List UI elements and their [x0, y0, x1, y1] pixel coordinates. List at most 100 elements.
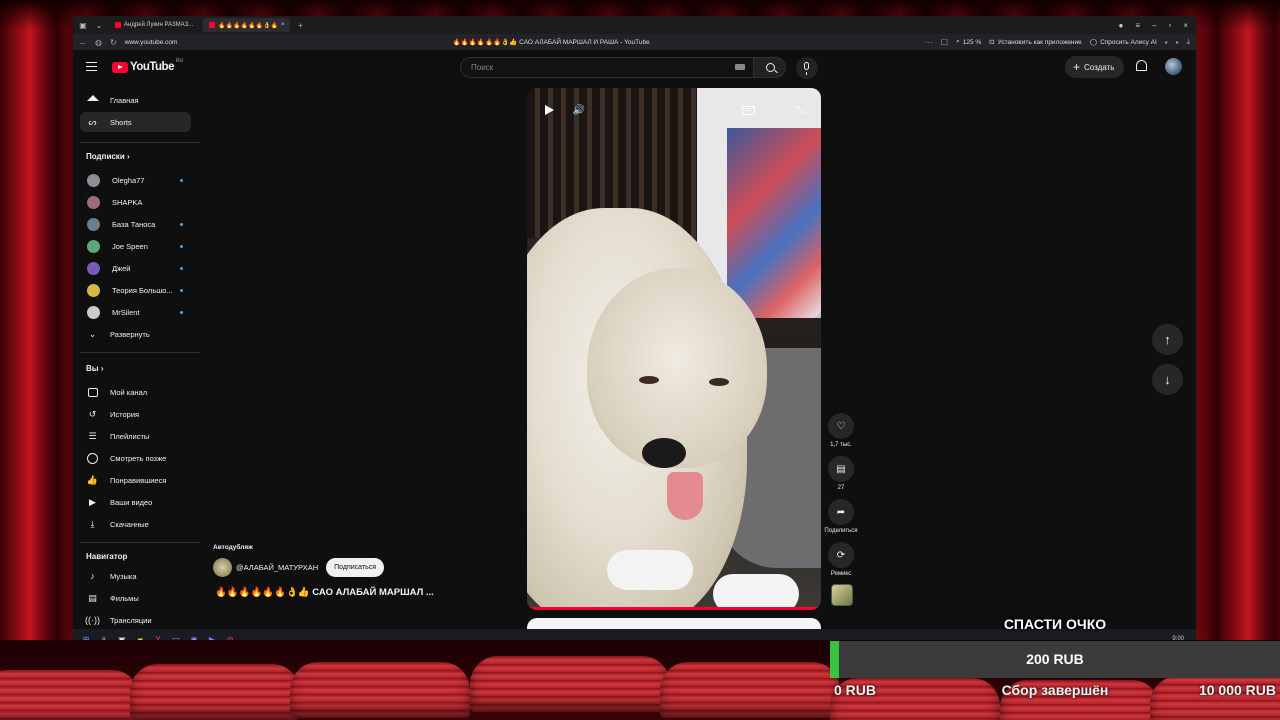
channel-row: @АЛАБАЙ_МАТУРХАН Подписаться: [213, 558, 385, 577]
channel-avatar: [87, 173, 100, 187]
bookmark-icon[interactable]: ☐: [941, 38, 948, 47]
channel-avatar[interactable]: [213, 558, 232, 577]
menu-icon[interactable]: [86, 62, 97, 71]
extension-icon[interactable]: ▪: [1176, 38, 1179, 47]
zoom-indicator[interactable]: ⌕ 125 %: [956, 38, 981, 46]
captions-button[interactable]: CC: [740, 102, 756, 118]
close-window-button[interactable]: ×: [1183, 21, 1188, 30]
download-icon: ⤓: [90, 518, 95, 529]
profile-icon[interactable]: ●: [1119, 21, 1124, 30]
sidebar-item-downloads[interactable]: ⤓ Скачанные: [80, 514, 191, 534]
ask-alice-button[interactable]: ◯ Спросить Алису AI: [1090, 38, 1157, 47]
sidebar-item-playlists[interactable]: ☰ Плейлисты: [80, 426, 191, 446]
search-placeholder: Поиск: [471, 63, 494, 72]
play-button[interactable]: [541, 102, 557, 118]
tab-2[interactable]: 🔥🔥🔥🔥🔥🔥👌🔥 ×: [203, 18, 291, 32]
sidebar-item-movies[interactable]: ▤ Фильмы: [80, 588, 191, 608]
fullscreen-button[interactable]: ⤡: [792, 102, 808, 118]
downloads-icon[interactable]: ⤓: [1186, 37, 1190, 47]
subscription-label: Joe Speen: [112, 241, 148, 251]
subscription-item[interactable]: База Таноса: [80, 214, 191, 234]
subscription-item[interactable]: Теория Большо...: [80, 280, 191, 300]
sidebar-item-your-videos[interactable]: ▶ Ваши видео: [80, 492, 191, 512]
install-icon: ⊡: [989, 39, 995, 46]
bookmark-menu-icon[interactable]: ≡: [1135, 21, 1140, 30]
comments-button[interactable]: ▤: [828, 456, 854, 482]
subscription-item[interactable]: MrSilent: [80, 302, 191, 322]
subscription-item[interactable]: Joe Speen: [80, 236, 191, 256]
shorts-video-player[interactable]: 🔊 CC ··· ⤡: [527, 88, 821, 610]
search-button[interactable]: [754, 57, 786, 78]
film-icon: ▤: [88, 592, 97, 603]
video-dog-head: [587, 268, 767, 468]
previous-short-button[interactable]: ↑: [1152, 324, 1183, 355]
short-metadata: Автодубляж @АЛАБАЙ_МАТУРХАН Подписаться …: [213, 544, 483, 598]
video-progress-bar[interactable]: [527, 607, 821, 610]
thumbs-up-icon: 👍: [86, 474, 99, 485]
expand-label: Развернуть: [110, 329, 150, 339]
subscription-item[interactable]: SHAPKA: [80, 192, 191, 212]
subscription-label: База Таноса: [112, 219, 156, 229]
account-avatar[interactable]: [1165, 58, 1182, 75]
more-options-button[interactable]: ···: [766, 102, 782, 118]
close-tab-icon[interactable]: ×: [281, 22, 285, 28]
browser-window: ▣ ⌄ Андрей Лукин РАЗМАЗ... 🔥🔥🔥🔥🔥🔥👌🔥 × + …: [73, 16, 1196, 648]
subscription-label: Джей: [112, 263, 131, 273]
sidebar-item-music[interactable]: ♪ Музыка: [80, 566, 191, 586]
remix-button[interactable]: ⟳: [828, 542, 854, 568]
channel-avatar: [87, 261, 100, 275]
create-label: Создать: [1084, 62, 1115, 72]
reload-icon[interactable]: ↻: [110, 38, 117, 47]
sidebar-item-history[interactable]: ↺ История: [80, 404, 191, 424]
voice-search-button[interactable]: [796, 57, 818, 79]
sidebar-item-live[interactable]: ((·)) Трансляции: [80, 610, 191, 630]
tab-list-icon[interactable]: ⌄: [93, 21, 105, 30]
youtube-logo[interactable]: YouTube RU: [112, 58, 183, 73]
url-field[interactable]: www.youtube.com: [125, 39, 178, 46]
subscription-item[interactable]: Джей: [80, 258, 191, 278]
volume-button[interactable]: 🔊: [571, 102, 587, 118]
like-button[interactable]: ♡: [828, 413, 854, 439]
play-icon: [544, 105, 554, 115]
address-bar-row: ← ◍ ↻ www.youtube.com 🔥🔥🔥🔥🔥🔥👌👍 САО АЛАБА…: [73, 34, 1196, 50]
share-icon: ➦: [836, 506, 846, 518]
logo-text: YouTube: [130, 61, 174, 73]
extension-icon[interactable]: ▪: [1165, 38, 1168, 47]
more-icon[interactable]: ···: [925, 38, 933, 47]
search-input[interactable]: Поиск: [460, 57, 754, 78]
sound-thumbnail[interactable]: [831, 584, 853, 606]
create-button[interactable]: + Создать: [1065, 56, 1124, 78]
keyboard-icon[interactable]: [735, 64, 745, 70]
new-tab-button[interactable]: +: [294, 21, 306, 30]
share-button[interactable]: ➦: [828, 499, 854, 525]
subscription-item[interactable]: Olegha77: [80, 170, 191, 190]
ask-alice-label: Спросить Алису AI: [1100, 38, 1157, 46]
sidebar-item-liked[interactable]: 👍 Понравившиеся: [80, 470, 191, 490]
donation-status: Сбор завершён: [1001, 682, 1109, 698]
install-app-button[interactable]: ⊡ Установить как приложение: [989, 38, 1082, 47]
subscribe-button[interactable]: Подписаться: [326, 558, 385, 577]
next-short-button[interactable]: ↓: [1152, 364, 1183, 395]
channel-avatar: [87, 239, 100, 253]
back-icon[interactable]: ←: [79, 38, 87, 47]
comment-icon: ▤: [836, 463, 846, 475]
short-title[interactable]: 🔥🔥🔥🔥🔥🔥👌👍 САО АЛАБАЙ МАРШАЛ ...: [215, 587, 434, 598]
minimize-button[interactable]: –: [1152, 21, 1156, 30]
youtube-favicon-icon: [209, 22, 216, 28]
sidebar-item-home[interactable]: Главная: [80, 90, 191, 110]
divider: [80, 352, 200, 353]
expand-button[interactable]: ⌄ Развернуть: [80, 324, 191, 344]
you-heading[interactable]: Вы ›: [86, 364, 104, 373]
tab-1[interactable]: Андрей Лукин РАЗМАЗ...: [109, 18, 199, 32]
notifications-bell-icon[interactable]: [1136, 60, 1147, 71]
music-note-icon: ♪: [90, 571, 95, 581]
shield-icon[interactable]: ◍: [95, 38, 102, 47]
sidebar-item-shorts[interactable]: ᔕ Shorts: [80, 112, 191, 132]
subscriptions-heading[interactable]: Подписки ›: [86, 152, 130, 161]
restore-button[interactable]: ▫: [1168, 21, 1171, 30]
playlist-icon: ☰: [88, 430, 97, 441]
browser-menu-icon[interactable]: ▣: [77, 21, 89, 30]
sidebar-item-watch-later[interactable]: Смотреть позже: [80, 448, 191, 468]
channel-name[interactable]: @АЛАБАЙ_МАТУРХАН: [236, 563, 318, 572]
sidebar-item-my-channel[interactable]: Мой канал: [80, 382, 191, 402]
